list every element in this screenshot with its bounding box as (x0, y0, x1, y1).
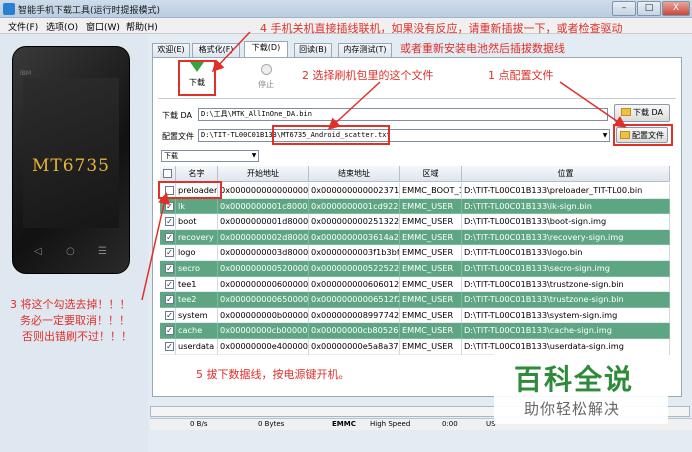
watermark-brand: 百科全说 (514, 363, 635, 396)
annotation-step3-line2: 务必一定要取消！！！ (20, 314, 130, 327)
annotation-step3-line3: 否则出错刷不过！！！ (22, 330, 132, 343)
arrow-3 (141, 192, 170, 301)
annotation-step2: 2 选择刷机包里的这个文件 (302, 69, 434, 82)
annotation-step4-line2: 或者重新安装电池然后插拔数据线 (400, 42, 565, 55)
watermark-slogan: 助你轻松解决 (524, 400, 621, 418)
annotation-step1: 1 点配置文件 (488, 69, 554, 82)
annotation-step5: 5 拔下数据线，按电源键开机。 (196, 368, 350, 381)
arrow-2 (327, 81, 381, 131)
annotation-step4-line1: 4 手机关机直接插线联机，如果没有反应，请重新插拔一下，或者检查驱动 (260, 22, 623, 35)
annotation-step3-line1: 3 将这个勾选去掉！！！ (10, 298, 131, 311)
arrow-4 (211, 31, 251, 73)
arrow-1 (559, 81, 627, 128)
